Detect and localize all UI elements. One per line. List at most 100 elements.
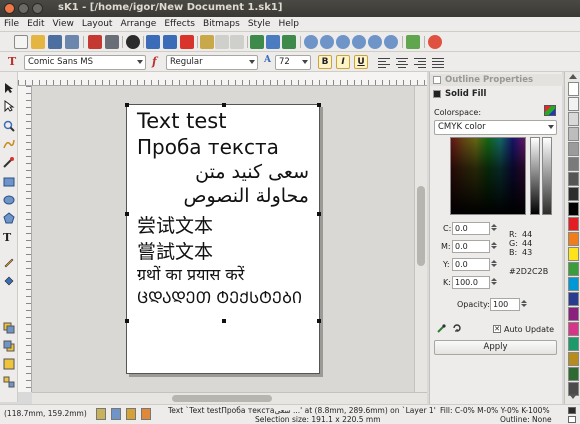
text-line-persian[interactable]: سعی کنید متن	[195, 161, 309, 183]
opacity-input[interactable]: 100	[490, 298, 520, 311]
menu-style[interactable]: Style	[244, 17, 275, 31]
text-line-hindi[interactable]: ग्रथों का प्रयास करें	[137, 263, 244, 285]
menu-file[interactable]: File	[0, 17, 23, 31]
eyedropper-icon[interactable]	[437, 324, 446, 333]
apply-button[interactable]: Apply	[434, 340, 557, 355]
close-window-button[interactable]	[4, 3, 15, 14]
save-icon[interactable]	[48, 35, 62, 49]
palette-swatch[interactable]	[568, 262, 579, 276]
selection-handle[interactable]	[317, 212, 321, 216]
text-line-chinese-simplified[interactable]: 尝试文本	[137, 211, 213, 238]
color-field[interactable]	[450, 137, 526, 215]
underline-button[interactable]: U	[354, 55, 368, 69]
delete-icon[interactable]	[180, 35, 194, 49]
palette-swatch[interactable]	[568, 292, 579, 306]
palette-swatch[interactable]	[568, 367, 579, 381]
text-line-english[interactable]: Text test	[137, 109, 226, 133]
zoom-selection-icon[interactable]	[352, 35, 366, 49]
auto-update-checkbox[interactable]: ✕	[493, 325, 501, 333]
snap-page-icon[interactable]	[141, 408, 151, 420]
align-justify-icon[interactable]	[432, 56, 444, 68]
paste-icon[interactable]	[230, 35, 244, 49]
font-family-select[interactable]: Comic Sans MS	[24, 55, 146, 70]
vertical-scrollbar[interactable]	[414, 86, 427, 392]
text-line-arabic[interactable]: محاولة النصوص	[184, 185, 310, 207]
palette-swatch[interactable]	[568, 112, 579, 126]
font-size-select[interactable]: 72	[275, 55, 311, 70]
cyan-stepper[interactable]	[490, 222, 498, 235]
export-image-icon[interactable]	[266, 35, 280, 49]
palette-swatch[interactable]	[568, 187, 579, 201]
palette-swatch[interactable]	[568, 322, 579, 336]
align-right-icon[interactable]	[414, 56, 426, 68]
export-pdf-icon[interactable]	[88, 35, 102, 49]
palette-swatch[interactable]	[568, 157, 579, 171]
ellipse-tool-icon[interactable]	[3, 194, 15, 206]
bezier-tool-icon[interactable]	[3, 156, 15, 168]
text-line-chinese-traditional[interactable]: 嘗試文本	[137, 237, 213, 264]
swap-colors-icon[interactable]	[452, 323, 462, 333]
text-line-georgian[interactable]: ᲪᲓᲐᲓᲔᲗ ᲢᲔᲥᲡᲢᲔᲑᲘ	[137, 286, 302, 308]
align-left-icon[interactable]	[378, 56, 390, 68]
cut-icon[interactable]	[200, 35, 214, 49]
bring-forward-icon[interactable]	[3, 340, 15, 352]
palette-swatch[interactable]	[568, 247, 579, 261]
menu-view[interactable]: View	[49, 17, 78, 31]
maximize-window-button[interactable]	[32, 3, 43, 14]
redo-icon[interactable]	[163, 35, 177, 49]
palette-swatch[interactable]	[568, 352, 579, 366]
drawing-canvas[interactable]: Text test Проба текста سعی کنید متن محاو…	[32, 86, 414, 392]
font-style-select[interactable]: Regular	[166, 55, 258, 70]
palette-swatch[interactable]	[568, 127, 579, 141]
import-image-icon[interactable]	[250, 35, 264, 49]
palette-swatch[interactable]	[568, 82, 579, 96]
scrollbar-thumb[interactable]	[417, 186, 425, 266]
menu-layout[interactable]: Layout	[78, 17, 117, 31]
fill-tool-icon[interactable]	[3, 274, 15, 286]
zoom-fit-icon[interactable]	[384, 35, 398, 49]
zoom-tool-icon[interactable]	[3, 120, 15, 132]
menu-help[interactable]: Help	[274, 17, 303, 31]
horizontal-scrollbar[interactable]	[32, 392, 427, 404]
palette-swatch[interactable]	[568, 142, 579, 156]
lightness-slider[interactable]	[530, 137, 540, 215]
palette-swatch[interactable]	[568, 172, 579, 186]
bold-button[interactable]: B	[318, 55, 332, 69]
outline-properties-header[interactable]: Outline Properties	[430, 74, 563, 86]
selection-handle[interactable]	[222, 103, 226, 107]
outline-tool-icon[interactable]	[3, 256, 15, 268]
refresh-icon[interactable]	[406, 35, 420, 49]
selection-handle[interactable]	[125, 103, 129, 107]
black-stepper[interactable]	[490, 276, 498, 289]
zoom-page-icon[interactable]	[336, 35, 350, 49]
minimize-window-button[interactable]	[18, 3, 29, 14]
snap-grid-icon[interactable]	[96, 408, 106, 420]
ungroup-icon[interactable]	[3, 376, 15, 388]
alpha-slider[interactable]	[542, 137, 552, 215]
opacity-stepper[interactable]	[520, 298, 528, 311]
palette-swatch[interactable]	[568, 202, 579, 216]
selection-handle[interactable]	[317, 103, 321, 107]
italic-button[interactable]: I	[336, 55, 350, 69]
image-icon[interactable]	[282, 35, 296, 49]
palette-scroll-up-icon[interactable]	[569, 74, 577, 79]
snap-objects-icon[interactable]	[126, 408, 136, 420]
cyan-input[interactable]: 0.0	[452, 222, 490, 235]
scrollbar-thumb[interactable]	[172, 395, 272, 402]
text-tool-icon[interactable]: T	[3, 232, 15, 244]
zoom-100-icon[interactable]	[368, 35, 382, 49]
zoom-out-icon[interactable]	[320, 35, 334, 49]
copy-icon[interactable]	[215, 35, 229, 49]
magenta-input[interactable]: 0.0	[452, 240, 490, 253]
yellow-stepper[interactable]	[490, 258, 498, 271]
print-icon[interactable]	[105, 35, 119, 49]
rectangle-tool-icon[interactable]	[3, 176, 15, 188]
selection-tool-icon[interactable]	[3, 82, 15, 94]
color-picker-icon[interactable]	[544, 105, 556, 116]
group-icon[interactable]	[3, 358, 15, 370]
selection-handle[interactable]	[317, 319, 321, 323]
align-center-icon[interactable]	[396, 56, 408, 68]
zoom-in-icon[interactable]	[304, 35, 318, 49]
palette-swatch[interactable]	[568, 232, 579, 246]
palette-swatch[interactable]	[568, 217, 579, 231]
